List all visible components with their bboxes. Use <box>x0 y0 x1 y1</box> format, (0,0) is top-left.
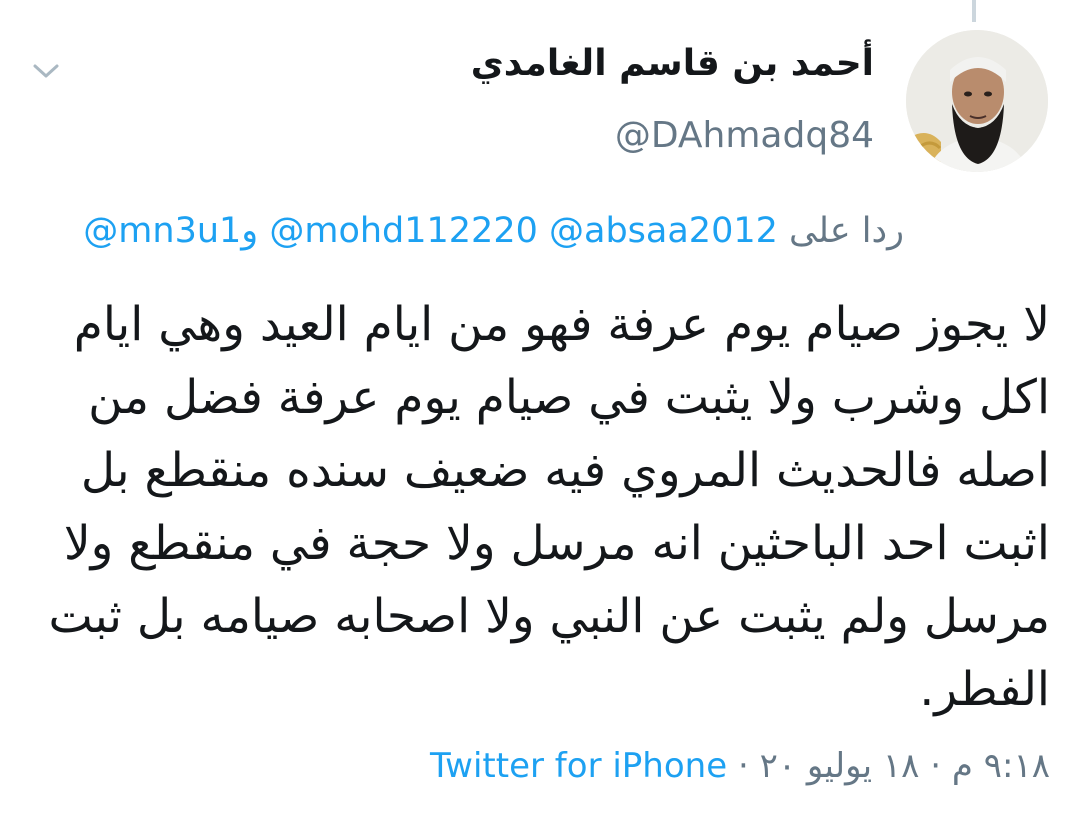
reply-prefix: ردا على <box>789 211 904 251</box>
meta-separator: · <box>737 746 749 786</box>
mention-link-mohd112220[interactable]: @mohd112220 <box>269 211 538 251</box>
mention-link-mn3u1[interactable]: @mn3u1 <box>83 211 241 251</box>
avatar-photo-icon <box>906 30 1048 172</box>
author-handle[interactable]: @DAhmadq84 <box>615 118 874 154</box>
author-avatar[interactable] <box>906 30 1048 172</box>
reply-to-line: ردا على @absaa2012 @mohd112220 و@mn3u1 <box>83 210 904 252</box>
tweet-date: ١٨ يوليو ٢٠ <box>759 746 920 786</box>
meta-separator: · <box>930 746 942 786</box>
tweet-menu-button[interactable] <box>28 56 64 86</box>
tweet-time: ٩:١٨ م <box>951 746 1050 786</box>
tweet-metadata: ٩:١٨ م · ١٨ يوليو ٢٠ · Twitter for iPhon… <box>430 746 1050 787</box>
thread-connector-line <box>972 0 976 22</box>
author-display-name[interactable]: أحمد بن قاسم الغامدي <box>471 46 874 82</box>
tweet-source-link[interactable]: Twitter for iPhone <box>430 746 727 786</box>
mention-link-absaa2012[interactable]: @absaa2012 <box>549 211 778 251</box>
tweet-body-text: لا يجوز صيام يوم عرفة فهو من ايام العيد … <box>48 297 1050 717</box>
chevron-down-icon <box>33 64 59 78</box>
reply-conjunction: و <box>241 211 259 251</box>
